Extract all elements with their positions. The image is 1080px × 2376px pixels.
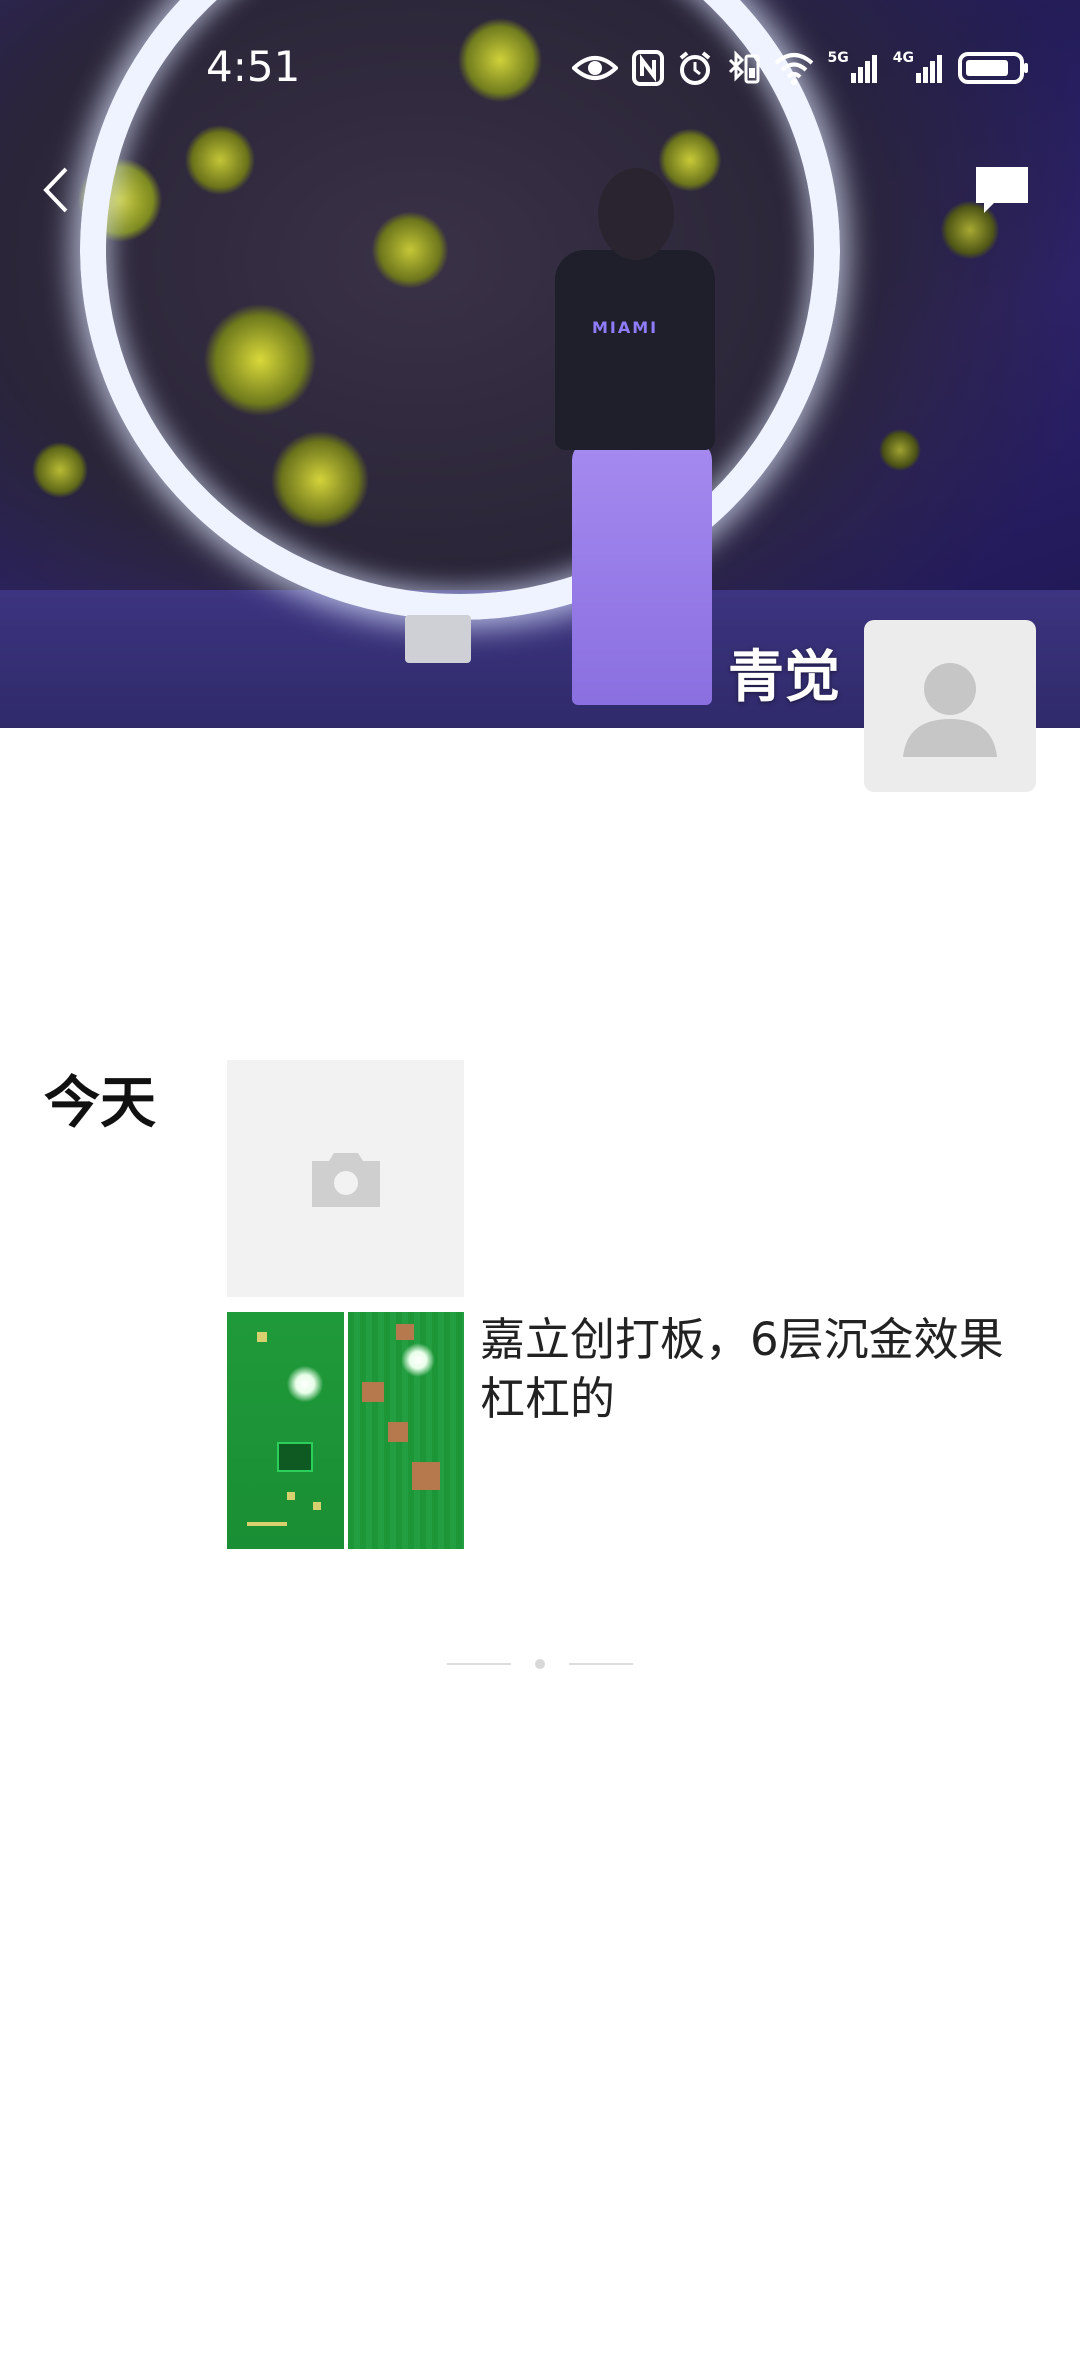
nfc-icon	[631, 48, 664, 88]
messages-button[interactable]	[970, 160, 1034, 220]
pcb-pad	[313, 1502, 321, 1510]
back-button[interactable]	[30, 160, 80, 220]
cover-person-pants	[572, 440, 712, 705]
profile-name[interactable]: 青觉	[728, 632, 840, 713]
wifi-icon	[774, 48, 814, 88]
pcb-trace	[247, 1522, 287, 1526]
pcb-chip	[277, 1442, 313, 1472]
cover-person-shirt	[555, 250, 715, 450]
day-label: 今天	[44, 1071, 156, 1136]
status-icons: 5G 4G	[571, 48, 1030, 88]
pcb-copper	[395, 1324, 414, 1340]
post-camera-button[interactable]	[227, 1060, 464, 1297]
default-avatar-icon	[903, 663, 997, 757]
divider-line	[447, 1663, 511, 1665]
cover-floor-device	[405, 615, 471, 663]
status-bar: 4:51 5G 4G	[0, 0, 1080, 140]
signal-5g-icon: 5G	[828, 48, 879, 88]
signal-4g-label: 4G	[892, 50, 914, 66]
pcb-copper	[387, 1422, 408, 1442]
divider-dot	[535, 1659, 545, 1669]
status-time: 4:51	[206, 42, 301, 91]
post-image-pcb-1[interactable]	[227, 1312, 344, 1549]
chevron-left-icon	[43, 167, 68, 213]
pcb-pad	[287, 1492, 295, 1500]
avatar[interactable]	[864, 620, 1036, 792]
pcb-copper	[411, 1462, 440, 1490]
pcb-pad	[257, 1332, 267, 1342]
pcb-copper	[361, 1382, 384, 1402]
post-image-grid[interactable]	[227, 1312, 464, 1549]
cover-person-head	[598, 168, 674, 260]
camera-icon	[311, 1152, 380, 1207]
eye-icon	[571, 48, 618, 88]
end-of-feed-divider	[447, 1656, 633, 1672]
alarm-icon	[678, 48, 712, 88]
post-text[interactable]: 嘉立创打板，6层沉金效果杠杠的	[480, 1310, 1040, 1428]
bluetooth-icon	[726, 48, 760, 88]
battery-icon	[958, 48, 1030, 88]
message-bubble-icon	[976, 167, 1028, 213]
signal-5g-label: 5G	[827, 50, 849, 66]
divider-line	[569, 1663, 633, 1665]
cover-shirt-text: MIAMI	[592, 318, 659, 337]
post-image-pcb-2[interactable]	[347, 1312, 464, 1549]
signal-4g-icon: 4G	[893, 48, 944, 88]
